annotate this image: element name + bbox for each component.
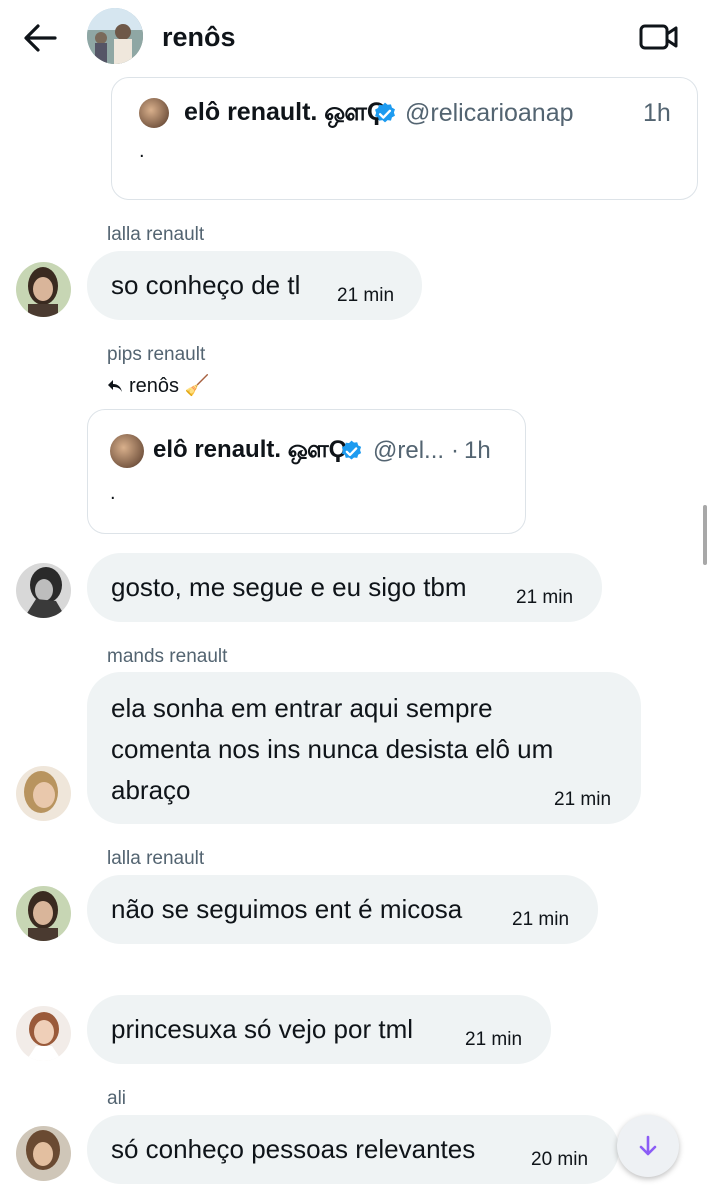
message-sender: lalla renault (107, 224, 205, 245)
quoted-author-handle: @rel... (373, 437, 445, 464)
quoted-author-name: elô renault. ஔϘ (153, 436, 348, 463)
conversation-title[interactable]: renôs (162, 20, 236, 54)
quoted-post-body: . (110, 482, 116, 504)
sender-avatar[interactable] (16, 563, 71, 618)
avatar-photo (87, 8, 143, 64)
sender-avatar[interactable] (16, 1006, 71, 1061)
scrollbar-thumb[interactable] (703, 505, 707, 565)
quoted-post-card[interactable]: elô renault. ஔϘ @relicarioanap 1h . (111, 77, 698, 200)
message-text: so conheço de tl (111, 270, 301, 300)
avatar-photo (16, 262, 71, 317)
message-sender: mands renault (107, 646, 228, 667)
message-time: 21 min (465, 1029, 523, 1050)
reply-arrow-icon (108, 379, 122, 392)
verified-badge-icon (375, 102, 395, 123)
message-sender: lalla renault (107, 848, 205, 869)
message-time: 21 min (337, 285, 395, 306)
sender-avatar[interactable] (16, 766, 71, 821)
quoted-author-handle: @relicarioanap (405, 99, 574, 127)
message-text: princesuxa só vejo por tml (111, 1014, 414, 1044)
arrow-down-icon (639, 1135, 657, 1156)
quoted-post-time: 1h (643, 99, 671, 127)
message-text-line: ela sonha em entrar aqui sempre (111, 693, 493, 723)
message-bubble[interactable]: gosto, me segue e eu sigo tbm 21 min (87, 553, 602, 622)
message-text: só conheço pessoas relevantes (111, 1134, 476, 1164)
message-bubble[interactable]: só conheço pessoas relevantes 20 min (87, 1115, 619, 1184)
message-bubble[interactable]: so conheço de tl 21 min (87, 251, 422, 320)
conversation-header: renôs (0, 0, 714, 72)
avatar-photo (16, 766, 71, 821)
handle-time-separator: · (451, 437, 459, 464)
message-text-line: comenta nos ins nunca desista elô um (111, 734, 554, 764)
message-text-line: abraço (111, 775, 191, 805)
reply-target: renôs 🧹 (129, 375, 210, 397)
quoted-post-body: . (139, 140, 145, 162)
video-call-button[interactable] (638, 20, 680, 54)
sender-avatar[interactable] (16, 886, 71, 941)
quoted-author-avatar (139, 98, 169, 128)
video-camera-icon (639, 24, 678, 50)
quoted-author-avatar (110, 434, 144, 468)
quoted-post-card[interactable]: elô renault. ஔϘ @rel... · 1h . (87, 409, 526, 534)
message-time: 21 min (512, 909, 570, 930)
quoted-author-name: elô renault. ஔϘ (184, 98, 387, 126)
sender-avatar[interactable] (16, 1126, 71, 1181)
quoted-post-time: 1h (464, 437, 491, 464)
avatar-photo (16, 563, 71, 618)
conversation-avatar[interactable] (87, 8, 143, 64)
message-text: não se seguimos ent é micosa (111, 894, 463, 924)
avatar-photo (16, 1126, 71, 1181)
avatar-photo (16, 886, 71, 941)
avatar-photo (16, 1006, 71, 1061)
scroll-to-bottom-button[interactable] (617, 1115, 679, 1177)
message-time: 20 min (531, 1149, 589, 1170)
message-text: gosto, me segue e eu sigo tbm (111, 572, 467, 602)
arrow-left-icon (24, 24, 57, 52)
message-sender: pips renault (107, 344, 206, 365)
verified-badge-icon (341, 440, 362, 460)
back-button[interactable] (22, 20, 58, 56)
message-time: 21 min (554, 789, 612, 810)
message-time: 21 min (516, 587, 574, 608)
reply-indicator[interactable]: renôs 🧹 (107, 373, 210, 398)
message-sender: ali (107, 1088, 127, 1109)
message-bubble[interactable]: ela sonha em entrar aqui sempre comenta … (87, 672, 641, 824)
message-bubble[interactable]: não se seguimos ent é micosa 21 min (87, 875, 598, 944)
sender-avatar[interactable] (16, 262, 71, 317)
message-bubble[interactable]: princesuxa só vejo por tml 21 min (87, 995, 551, 1064)
